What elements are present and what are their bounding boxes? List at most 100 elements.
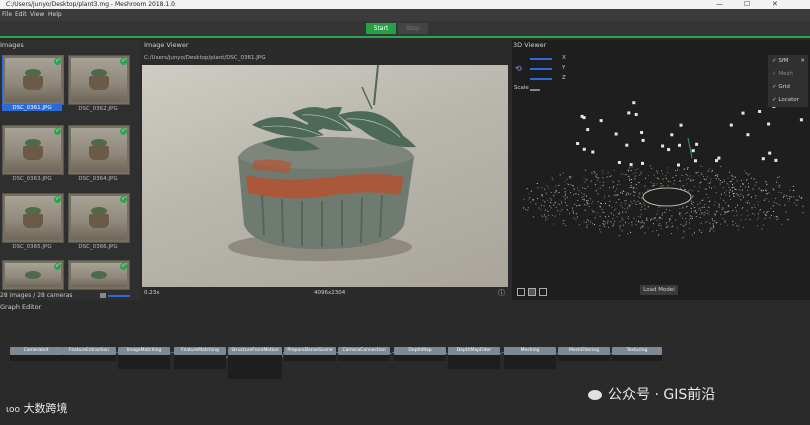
load-model-button[interactable]: Load Model: [640, 285, 678, 295]
point: [637, 215, 639, 217]
wireframe-icon[interactable]: [528, 288, 536, 296]
point: [588, 219, 590, 221]
node-meshing[interactable]: Meshing: [504, 347, 556, 355]
layer-mesh[interactable]: ✓ Mesh: [768, 68, 808, 81]
layer-grid[interactable]: ✓ Grid: [768, 81, 808, 94]
point: [745, 218, 747, 220]
thumbnail[interactable]: ✓: [68, 125, 130, 175]
point: [724, 220, 726, 222]
point: [631, 224, 633, 226]
point: [701, 172, 702, 174]
info-icon[interactable]: ⓘ: [498, 287, 505, 299]
x-slider[interactable]: [530, 58, 552, 60]
point: [665, 175, 667, 177]
point: [592, 211, 594, 213]
minimize-icon[interactable]: —: [716, 0, 723, 9]
point: [620, 205, 622, 207]
plant-pot: [89, 76, 109, 90]
point: [640, 173, 642, 175]
textured-icon[interactable]: [539, 288, 547, 296]
thumbnail[interactable]: ✓: [68, 260, 130, 290]
close-icon[interactable]: ✕: [772, 0, 778, 9]
point: [696, 212, 698, 214]
node-imagematching[interactable]: ImageMatching: [118, 347, 170, 355]
image-view[interactable]: [142, 65, 508, 287]
start-button[interactable]: Start: [366, 23, 396, 34]
point: [650, 182, 652, 183]
point: [778, 184, 780, 186]
graph-editor[interactable]: Graph Editor CameraInit FeatureExtractio…: [0, 302, 810, 425]
thumbnail[interactable]: ✓: [68, 193, 130, 243]
point: [569, 177, 571, 179]
thumbnail[interactable]: ✓: [2, 55, 64, 105]
point: [715, 178, 717, 180]
node-structurefrommotion[interactable]: StructureFromMotion: [228, 347, 282, 355]
point: [709, 200, 711, 202]
point: [594, 217, 596, 219]
layer-sfm[interactable]: ✓ SfM ✕: [768, 55, 808, 68]
node-meshfiltering[interactable]: MeshFiltering: [558, 347, 610, 355]
camera-marker: [661, 144, 665, 148]
point: [715, 192, 717, 194]
point: [570, 183, 572, 185]
point: [602, 223, 604, 224]
layer-locator[interactable]: ✓ Locator: [768, 94, 808, 107]
point: [646, 218, 648, 220]
point: [773, 188, 775, 190]
point: [610, 212, 612, 214]
point: [622, 219, 624, 221]
node-body: [338, 355, 390, 361]
point: [699, 214, 701, 215]
menu-file[interactable]: File: [2, 9, 12, 21]
thumbnail[interactable]: ✓: [68, 55, 130, 105]
node-camerainit[interactable]: CameraInit: [10, 347, 62, 355]
point: [692, 201, 694, 203]
point: [666, 226, 668, 228]
point: [683, 185, 685, 187]
point: [699, 165, 701, 167]
point: [637, 168, 639, 170]
scale-slider[interactable]: [530, 89, 540, 91]
close-icon[interactable]: ✕: [800, 55, 805, 68]
node-texturing[interactable]: Texturing: [612, 347, 662, 355]
point: [604, 216, 606, 218]
node-cameraconnection[interactable]: CameraConnection: [338, 347, 390, 355]
point: [701, 199, 703, 201]
point: [742, 195, 744, 196]
thumbnail-size-slider[interactable]: [108, 295, 130, 297]
point: [640, 227, 642, 229]
z-slider[interactable]: [530, 78, 552, 80]
point: [700, 209, 701, 211]
3d-viewer[interactable]: 3D Viewer ⟲ X Y Z Scale: [512, 40, 810, 300]
node-featureextraction[interactable]: FeatureExtraction: [62, 347, 116, 355]
point: [635, 204, 637, 205]
point: [647, 206, 649, 208]
node-body: [118, 355, 170, 369]
point: [737, 204, 738, 206]
view-mode-icon[interactable]: [517, 288, 525, 296]
node-depthmap[interactable]: DepthMap: [394, 347, 446, 355]
point: [583, 177, 585, 179]
menu-view[interactable]: View: [30, 9, 44, 21]
point: [635, 184, 637, 186]
menu-edit[interactable]: Edit: [15, 9, 27, 21]
thumbnail[interactable]: ✓: [2, 125, 64, 175]
point: [768, 211, 770, 212]
menu-help[interactable]: Help: [48, 9, 62, 21]
node-featurematching[interactable]: FeatureMatching: [174, 347, 226, 355]
node-preparedensescene[interactable]: PrepareDenseScene: [284, 347, 336, 355]
y-slider[interactable]: [530, 68, 552, 70]
stop-button[interactable]: Stop: [398, 23, 428, 34]
point: [553, 204, 555, 206]
thumbnail[interactable]: ✓: [2, 260, 64, 290]
point: [754, 206, 756, 208]
point: [714, 186, 716, 188]
node-depthmapfilter[interactable]: DepthMapFilter: [448, 347, 500, 355]
point: [603, 184, 605, 186]
orbit-icon[interactable]: ⟲: [515, 64, 522, 73]
point: [641, 225, 643, 227]
thumbnail[interactable]: ✓: [2, 193, 64, 243]
point: [710, 181, 711, 183]
maximize-icon[interactable]: ☐: [744, 0, 750, 9]
point: [641, 221, 643, 223]
